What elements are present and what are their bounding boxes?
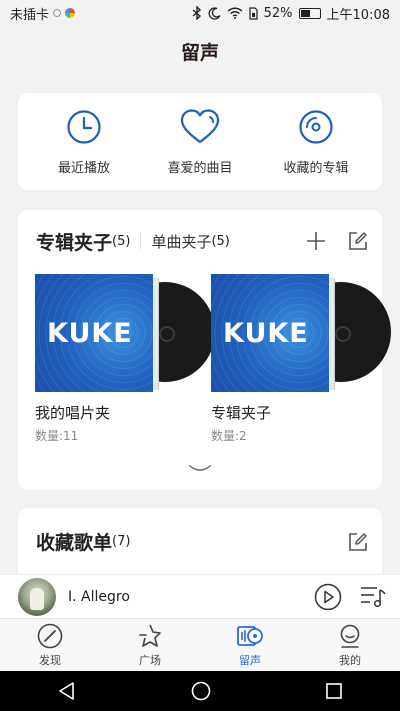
- gramophone-icon: [237, 625, 263, 646]
- folders-header: 专辑夹子 (5) 单曲夹子 (5): [36, 228, 368, 254]
- disc-icon: [296, 107, 336, 147]
- favorite-tracks-button[interactable]: 喜爱的曲目: [145, 107, 255, 176]
- chevron-down-icon[interactable]: [188, 462, 212, 476]
- system-nav-bar: [0, 671, 400, 711]
- recent-plays-label: 最近播放: [57, 161, 110, 176]
- page-title: 留声: [180, 42, 219, 64]
- back-icon[interactable]: [57, 681, 77, 701]
- recent-plays-button[interactable]: 最近播放: [29, 107, 139, 176]
- compass-icon: [37, 623, 63, 648]
- folder-item[interactable]: KUKE 专辑夹子 数量:2: [211, 274, 391, 444]
- playlists-header: 收藏歌单 (7): [36, 528, 368, 555]
- album-folders-card: 专辑夹子 (5) 单曲夹子 (5) KUKE 我的唱片夹 数量:11 KUKE …: [18, 210, 391, 490]
- tab-album-folders[interactable]: 专辑夹子: [36, 228, 112, 255]
- album-cover: KUKE: [35, 274, 153, 392]
- tab-single-folders[interactable]: 单曲夹子: [151, 231, 211, 252]
- do-not-disturb-icon: [208, 6, 221, 20]
- tab-plaza-label: 广场: [139, 653, 161, 667]
- album-art-thumbnail: [18, 577, 56, 616]
- tab-divider: [140, 233, 142, 249]
- mini-player[interactable]: I. Allegro: [0, 574, 400, 618]
- kuke-logo: KUKE: [223, 318, 309, 349]
- notification-icon: [53, 9, 62, 17]
- home-icon[interactable]: [191, 681, 211, 701]
- folder-name: 专辑夹子: [211, 404, 272, 422]
- tab-discover-label: 发现: [39, 653, 61, 667]
- plaza-icon: [139, 624, 161, 647]
- add-icon[interactable]: [306, 231, 326, 251]
- sim-icon: [249, 6, 258, 20]
- tab-gramophone-label: 留声: [239, 653, 261, 667]
- clock-time: 上午10:08: [326, 7, 390, 23]
- battery-percent: 52%: [263, 5, 293, 21]
- folder-count: 数量:11: [35, 429, 79, 443]
- kuke-logo: KUKE: [47, 318, 133, 349]
- saved-albums-label: 收藏的专辑: [283, 161, 349, 176]
- heart-icon: [180, 107, 220, 147]
- bluetooth-icon: [192, 6, 201, 20]
- folder-item[interactable]: KUKE 我的唱片夹 数量:11: [35, 274, 215, 444]
- favorite-tracks-label: 喜爱的曲目: [167, 161, 233, 176]
- edit-icon[interactable]: [348, 532, 368, 552]
- folder-count: 数量:2: [211, 429, 247, 443]
- album-folders-count: (5): [112, 233, 131, 249]
- tab-gramophone[interactable]: 留声: [210, 623, 290, 668]
- tab-plaza[interactable]: 广场: [110, 623, 190, 668]
- single-folders-count: (5): [211, 233, 230, 249]
- app-notification-icon: [65, 8, 76, 18]
- album-cover: KUKE: [211, 274, 329, 392]
- playlist-icon[interactable]: [360, 585, 386, 609]
- clock-icon: [64, 107, 104, 147]
- bottom-tab-bar: 发现 广场 留声 我的: [0, 618, 400, 671]
- quick-access-card: 最近播放 喜爱的曲目 收藏的专辑: [18, 93, 382, 190]
- wifi-icon: [227, 7, 243, 19]
- user-icon: [340, 624, 360, 648]
- play-icon[interactable]: [314, 583, 342, 611]
- now-playing-title: I. Allegro: [68, 588, 130, 605]
- folder-cover: KUKE: [211, 274, 391, 392]
- battery-icon: [298, 7, 321, 19]
- playlists-title: 收藏歌单: [36, 532, 113, 554]
- edit-icon[interactable]: [348, 231, 368, 251]
- saved-albums-button[interactable]: 收藏的专辑: [261, 107, 371, 176]
- folder-name: 我的唱片夹: [35, 404, 111, 422]
- folder-cover: KUKE: [35, 274, 215, 392]
- carrier-text: 未插卡: [10, 7, 50, 23]
- tab-mine[interactable]: 我的: [310, 623, 390, 668]
- playlists-count: (7): [112, 534, 131, 549]
- recents-icon[interactable]: [325, 682, 343, 700]
- tab-mine-label: 我的: [339, 653, 361, 667]
- status-bar: 未插卡 52% 上午10:08: [0, 0, 400, 26]
- tab-discover[interactable]: 发现: [10, 623, 90, 668]
